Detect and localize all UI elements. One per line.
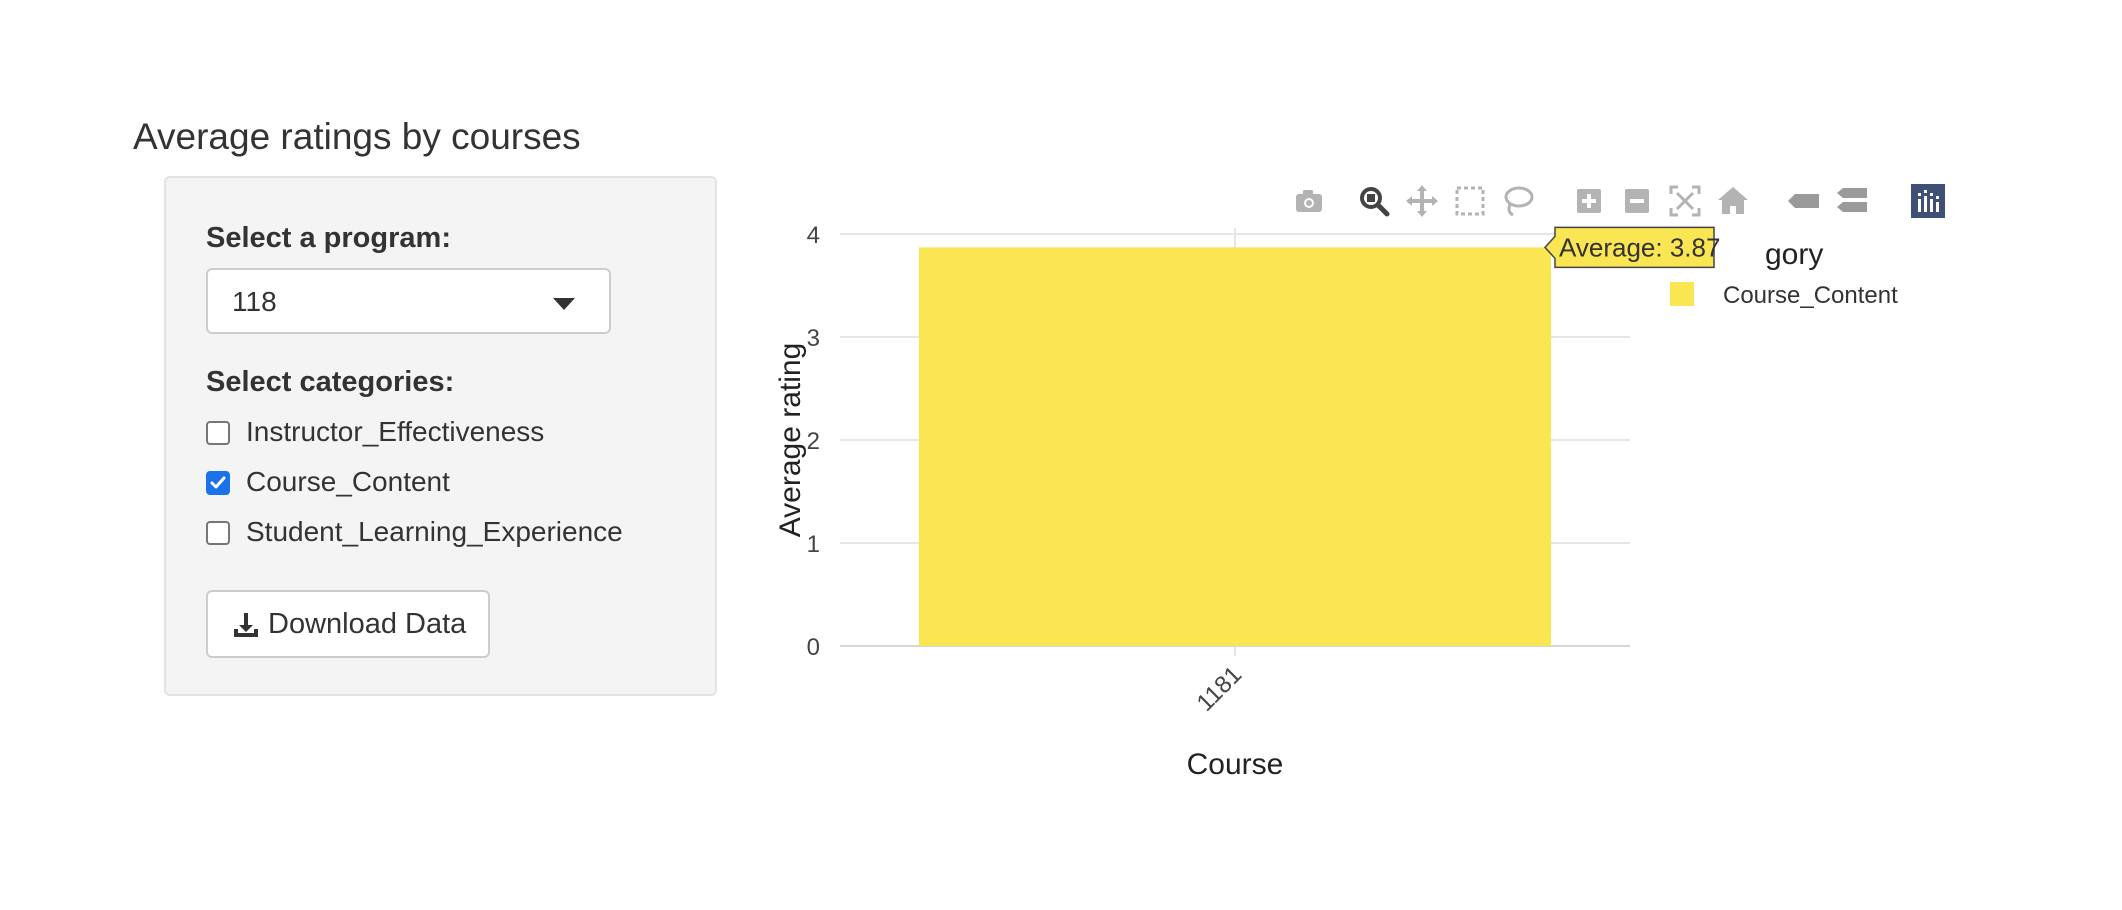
download-icon xyxy=(232,611,260,644)
y-axis-title: Average rating xyxy=(774,343,807,538)
y-tick-label: 0 xyxy=(807,634,820,661)
lasso-select-icon[interactable] xyxy=(1499,182,1537,220)
zoom-in-icon[interactable] xyxy=(1570,182,1608,220)
plot-area: 0 1 2 3 4 1181 Course Average rating gory Course_… xyxy=(770,176,2000,816)
y-tick-label: 3 xyxy=(807,325,820,352)
box-select-icon[interactable] xyxy=(1451,182,1489,220)
checkbox-label: Instructor_Effectiveness xyxy=(246,416,545,447)
autoscale-icon[interactable] xyxy=(1666,182,1704,220)
y-tick-label: 4 xyxy=(807,222,820,249)
zoom-out-icon[interactable] xyxy=(1618,182,1656,220)
checkbox[interactable] xyxy=(206,471,230,495)
plotly-logo-icon[interactable] xyxy=(1909,182,1947,220)
download-data-label: Download Data xyxy=(268,608,467,640)
legend-swatch xyxy=(1670,282,1694,306)
checkbox-label: Course_Content xyxy=(246,466,450,497)
hover-tooltip-label: Average: 3.87 xyxy=(1559,232,1720,262)
spike-lines-icon[interactable] xyxy=(1785,182,1823,220)
x-tick-label: 1181 xyxy=(1192,661,1248,717)
compare-data-icon[interactable] xyxy=(1833,182,1871,220)
checkbox-label: Student_Learning_Experience xyxy=(246,516,623,547)
download-data-button[interactable]: Download Data xyxy=(206,590,490,658)
legend-item-label: Course_Content xyxy=(1723,282,1898,309)
x-axis-title: Course xyxy=(1187,748,1284,781)
y-tick-label: 1 xyxy=(807,531,820,558)
chevron-down-icon xyxy=(553,298,575,310)
program-select[interactable]: 118 xyxy=(206,268,611,334)
y-tick-label: 2 xyxy=(807,428,820,455)
bar[interactable] xyxy=(919,247,1551,646)
program-select-value: 118 xyxy=(232,286,277,317)
bar-chart[interactable]: 0 1 2 3 4 1181 Course Average rating gory Course_… xyxy=(770,176,2000,816)
legend-title: gory xyxy=(1765,238,1823,271)
camera-icon[interactable] xyxy=(1290,182,1328,220)
categories-label: Select categories: xyxy=(206,366,455,398)
pan-icon[interactable] xyxy=(1403,182,1441,220)
reset-axes-icon[interactable] xyxy=(1714,182,1752,220)
checkbox[interactable] xyxy=(206,521,230,545)
program-select-label: Select a program: xyxy=(206,222,451,254)
zoom-icon[interactable] xyxy=(1355,182,1393,220)
page-title: Average ratings by courses xyxy=(133,116,581,157)
checkbox[interactable] xyxy=(206,421,230,445)
controls-panel: Select a program: 118 Select categories:… xyxy=(164,176,717,696)
